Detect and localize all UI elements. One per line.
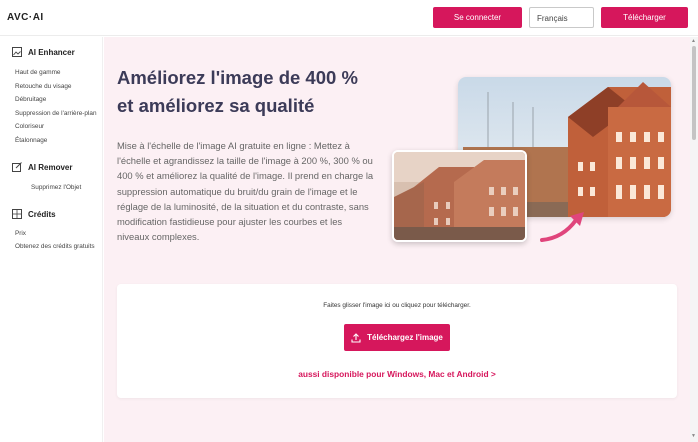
login-button[interactable]: Se connecter [433,7,522,28]
sidebar-item-etalonnage[interactable]: Étalonnage [15,137,47,144]
sidebar-section-credits[interactable]: Crédits [12,209,56,219]
sidebar-section-title: Crédits [28,209,56,219]
top-header: AVC·AI Se connecter Français Télécharger [0,0,698,36]
scrollbar-thumb[interactable] [692,46,696,140]
sidebar-item-debruitage[interactable]: Débruitage [15,96,46,103]
platforms-link[interactable]: aussi disponible pour Windows, Mac et An… [117,369,677,379]
sidebar-item-haut-de-gamme[interactable]: Haut de gamme [15,69,60,76]
sidebar-item-supprimez-objet[interactable]: Supprimez l'Objet [31,184,81,191]
logo[interactable]: AVC·AI [7,12,44,23]
title-line-1: Améliorez l'image de 400 % [117,67,358,88]
upload-button-label: Téléchargez l'image [367,333,443,342]
upload-icon [351,332,361,343]
image-enhance-icon [12,47,22,57]
sidebar-item-suppression-arriere-plan[interactable]: Suppression de l'arrière-plan [15,110,97,117]
sidebar-section-title: AI Remover [28,162,73,172]
scroll-down-icon[interactable]: ▼ [691,433,696,439]
credits-icon [12,209,22,219]
title-line-2: et améliorez sa qualité [117,95,315,116]
sidebar-item-prix[interactable]: Prix [15,230,26,237]
sidebar-section-title: AI Enhancer [28,47,75,57]
download-button[interactable]: Télécharger [601,7,688,28]
enhance-arrow-icon [540,212,584,242]
sidebar-section-ai-enhancer[interactable]: AI Enhancer [12,47,75,57]
drop-instruction: Faites glisser l'image ici ou cliquez po… [323,302,471,309]
sidebar-section-ai-remover[interactable]: AI Remover [12,162,72,172]
sidebar-item-retouche-visage[interactable]: Retouche du visage [15,83,72,90]
page-title: Améliorez l'image de 400 % et améliorez … [117,64,407,120]
upload-dropzone[interactable]: Faites glisser l'image ici ou cliquez po… [117,284,677,398]
edit-icon [12,162,22,172]
hero-description: Mise à l'échelle de l'image AI gratuite … [117,140,374,243]
sidebar-item-credits-gratuits[interactable]: Obtenez des crédits gratuits [15,243,95,250]
sidebar-item-coloriseur[interactable]: Coloriseur [15,123,44,130]
upload-image-button[interactable]: Téléchargez l'image [344,324,450,351]
scroll-up-icon[interactable]: ▲ [691,38,696,44]
original-sample-image [392,150,527,242]
language-select[interactable]: Français [529,7,594,28]
